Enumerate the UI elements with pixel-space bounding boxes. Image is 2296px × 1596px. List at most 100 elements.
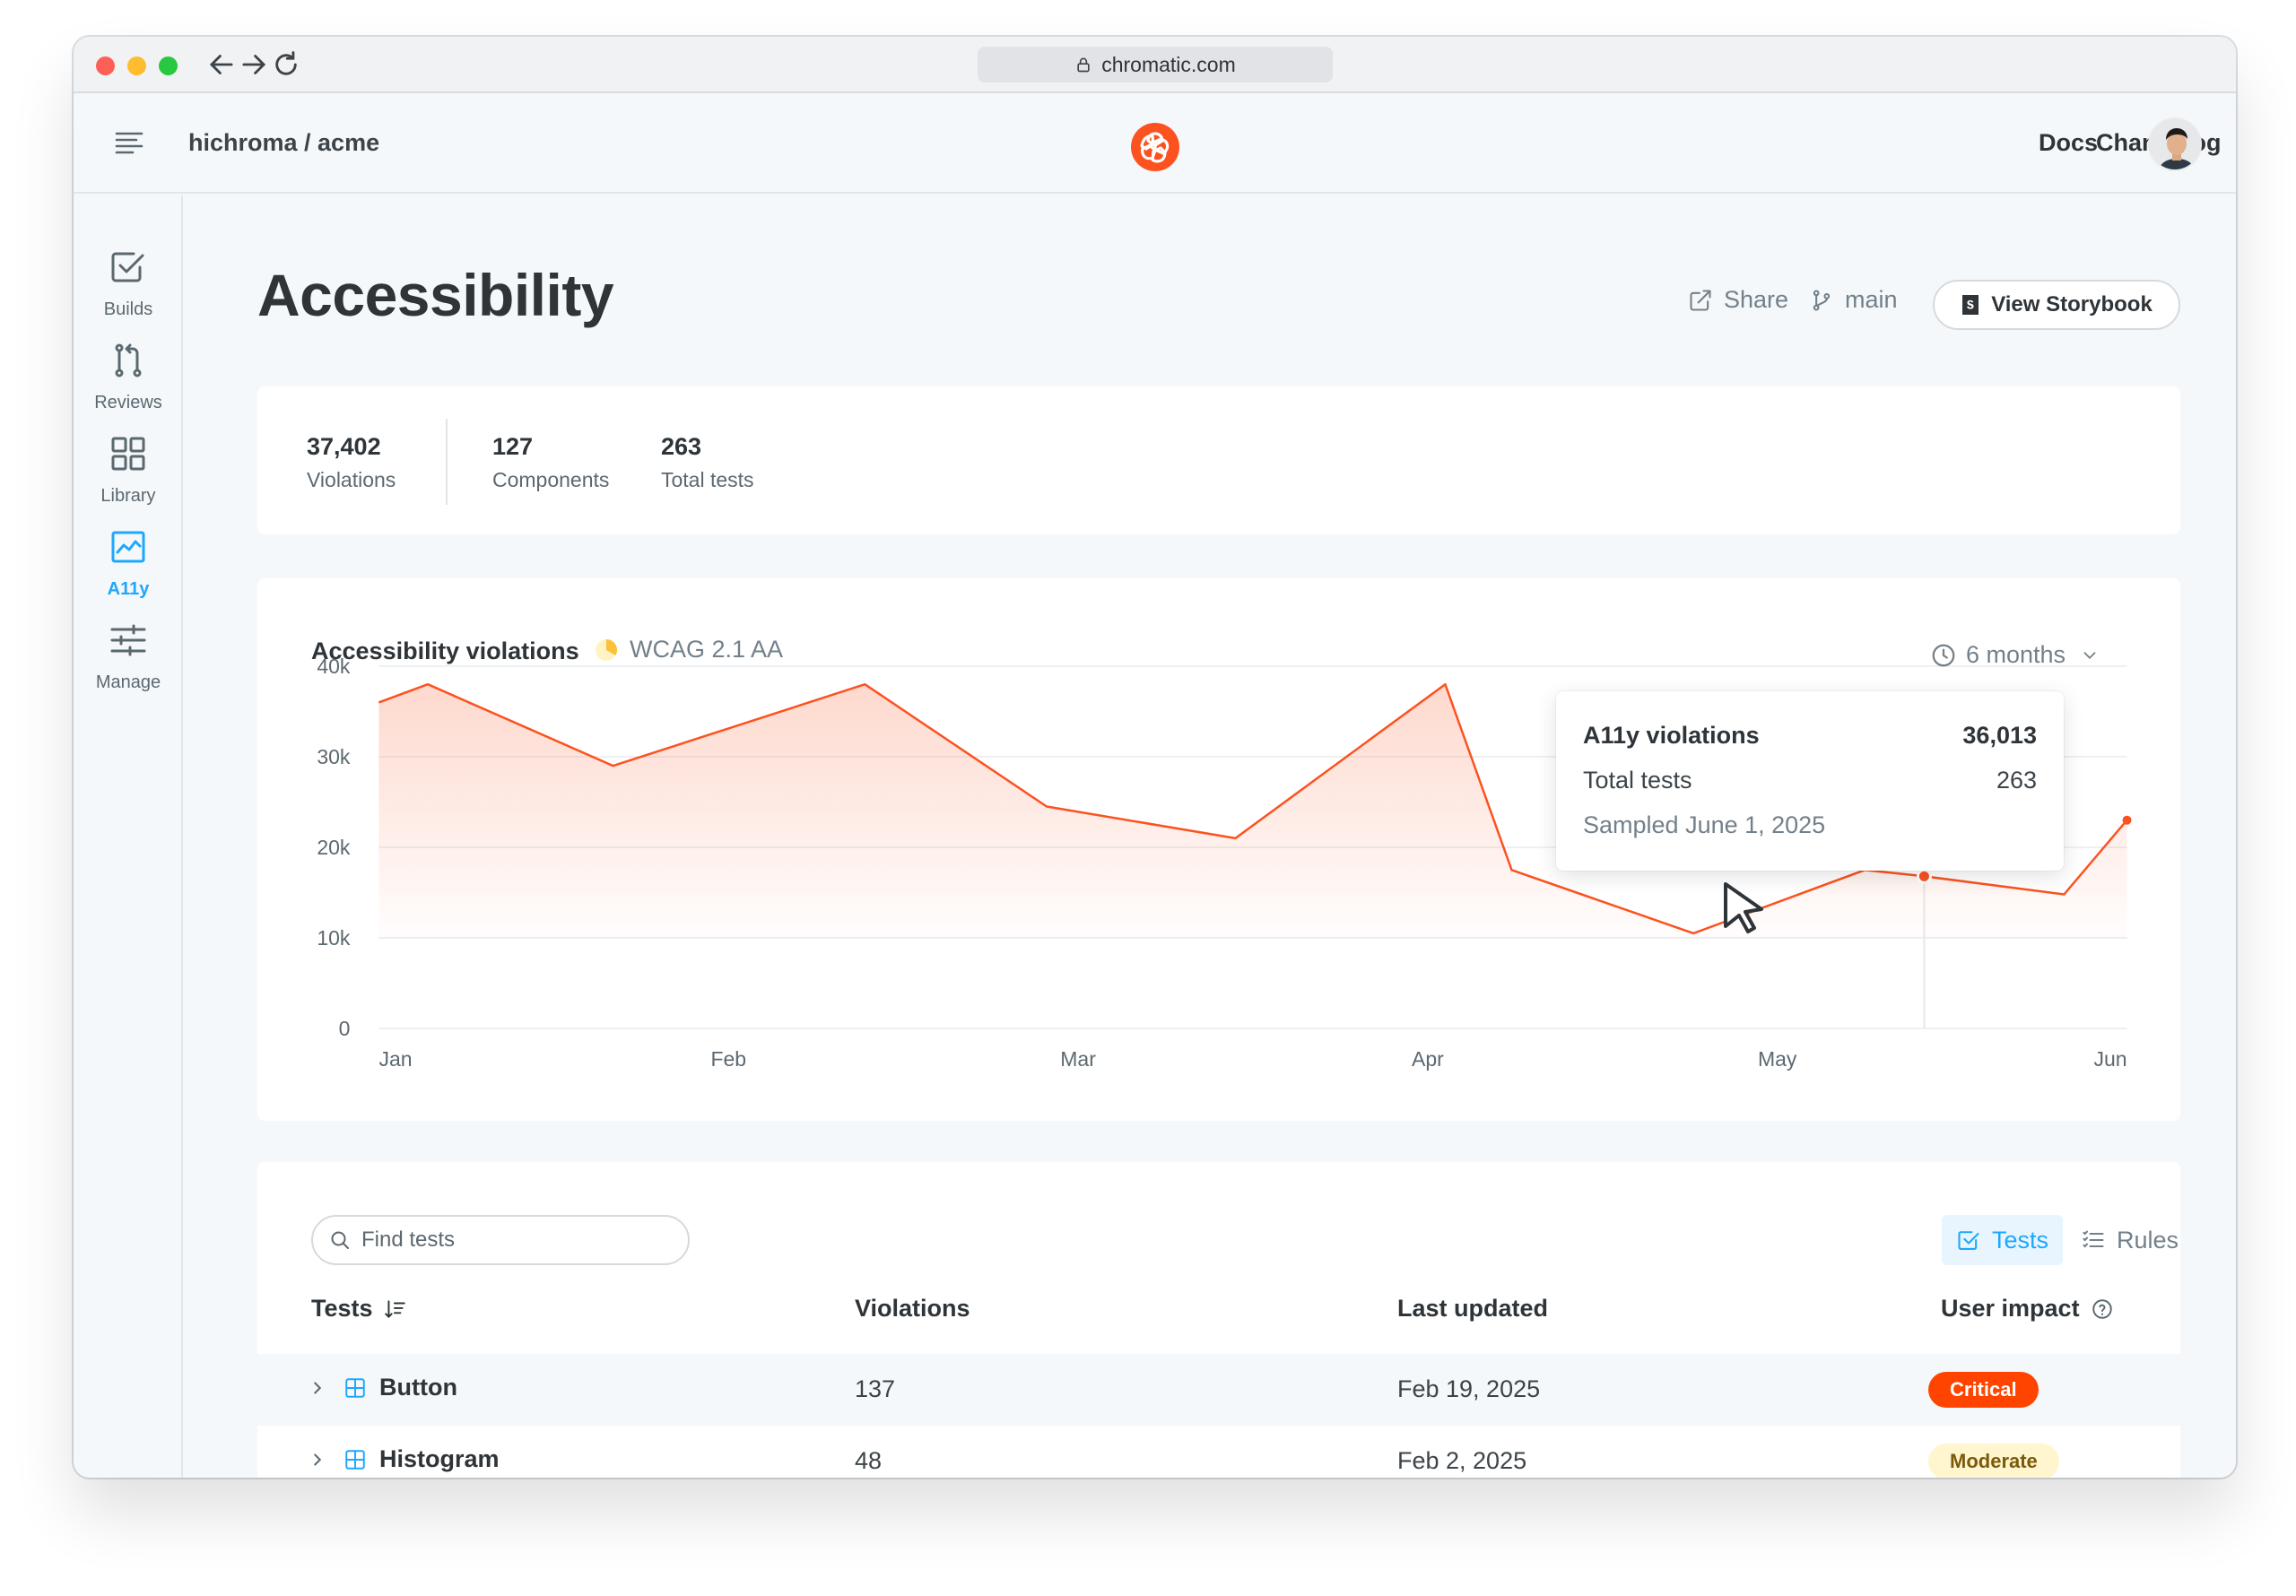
test-name: Histogram [379, 1445, 500, 1472]
impact-badge: Critical [1928, 1372, 2039, 1408]
time-range-select[interactable]: 6 months [1930, 641, 2100, 669]
stat-label: Components [492, 468, 610, 491]
column-header-user-impact[interactable]: User impact [1941, 1295, 2114, 1323]
chevron-down-icon [2083, 651, 2096, 659]
checkbox-icon [1958, 1231, 1979, 1250]
stat-label: Violations [307, 468, 396, 491]
table-row[interactable]: Histogram 48 Feb 2, 2025 Moderate [257, 1426, 2180, 1478]
sidebar-item-label: A11y [107, 579, 150, 599]
column-header-last-updated[interactable]: Last updated [1397, 1295, 1548, 1323]
x-tick-label: Mar [1060, 1047, 1096, 1071]
column-header-violations[interactable]: Violations [855, 1295, 970, 1323]
chart-title: Accessibility violations [311, 638, 579, 664]
view-storybook-button[interactable]: View Storybook [1933, 280, 2180, 330]
sort-icon [384, 1299, 405, 1318]
close-window-button[interactable] [96, 56, 115, 75]
component-grid-icon [345, 1449, 365, 1470]
data-point[interactable] [1916, 868, 1932, 884]
list-icon [2083, 1230, 2104, 1248]
tests-toggle-label: Tests [1992, 1226, 2049, 1253]
y-tick-label: 10k [317, 926, 351, 950]
tests-toggle-button[interactable]: Tests [1942, 1215, 2064, 1265]
sidebar-item-label: Reviews [94, 393, 162, 412]
x-tick-label: Jun [2093, 1047, 2126, 1071]
x-tick-label: Feb [710, 1047, 746, 1071]
tooltip-value: 263 [1996, 767, 2037, 794]
x-tick-label: Jan [378, 1047, 412, 1071]
rules-toggle-label: Rules [2117, 1226, 2179, 1253]
tooltip-sampled-date: Sampled June 1, 2025 [1583, 811, 1826, 838]
hamburger-menu-icon[interactable] [111, 126, 147, 161]
impact-badge: Moderate [1928, 1444, 2059, 1478]
stat-label: Total tests [661, 468, 754, 491]
grid-icon [111, 437, 145, 471]
wcag-label: WCAG 2.1 AA [630, 636, 784, 663]
stat-divider [446, 419, 448, 505]
user-avatar[interactable] [2148, 117, 2202, 171]
forward-arrow-icon[interactable] [237, 48, 271, 82]
partial-pie-icon [596, 638, 618, 661]
chromatic-logo-icon[interactable] [1130, 122, 1180, 172]
stat-value: 127 [492, 433, 534, 460]
storybook-icon [1962, 295, 1979, 315]
column-header-label: User impact [1941, 1295, 2080, 1322]
find-tests-search[interactable] [311, 1215, 690, 1265]
stat-components: 127 Components [492, 433, 609, 492]
clock-icon [1932, 644, 1955, 666]
rules-toggle-button[interactable]: Rules [2066, 1215, 2180, 1265]
tooltip-violations-row: A11y violations 36,013 [1583, 722, 2037, 767]
help-circle-icon[interactable] [2091, 1297, 2114, 1321]
sidebar-item-reviews[interactable]: Reviews [74, 339, 183, 413]
mouse-cursor-icon [1724, 882, 1763, 933]
docs-link[interactable]: Docs [2039, 129, 2098, 157]
test-name: Button [379, 1374, 457, 1401]
storybook-label: View Storybook [1991, 292, 2152, 317]
tooltip-value: 36,013 [1962, 722, 2037, 749]
search-input[interactable] [361, 1227, 666, 1253]
data-point[interactable] [2122, 815, 2132, 825]
tooltip-tests-row: Total tests 263 [1583, 767, 2037, 811]
share-button[interactable]: Share [1688, 286, 1788, 314]
pull-request-icon [115, 343, 142, 377]
sidebar-item-a11y[interactable]: A11y [74, 525, 183, 600]
minimize-window-button[interactable] [127, 56, 146, 75]
sidebar-item-builds[interactable]: Builds [74, 246, 183, 320]
column-header-label: Last updated [1397, 1295, 1549, 1322]
time-range-label: 6 months [1966, 641, 2066, 668]
chart-card: 0 10k 20k 30k 40k Jan Feb Mar Apr May Jun Accessi… [257, 578, 2180, 1121]
y-tick-label: 30k [317, 745, 351, 768]
git-branch-icon [1813, 289, 1831, 311]
last-updated-cell: Feb 19, 2025 [1397, 1375, 1541, 1402]
chevron-right-icon[interactable] [308, 1378, 327, 1398]
chart-tooltip: A11y violations 36,013 Total tests 263 S… [1556, 691, 2064, 871]
test-name-cell: Button [314, 1374, 457, 1401]
chart-icon [111, 531, 145, 563]
test-name-cell: Histogram [314, 1445, 500, 1473]
table-row[interactable]: Button 137 Feb 19, 2025 Critical [257, 1354, 2180, 1426]
address-bar[interactable]: chromatic.com [978, 47, 1333, 82]
sidebar-item-manage[interactable]: Manage [74, 619, 183, 693]
chevron-right-icon[interactable] [308, 1450, 327, 1470]
reload-icon[interactable] [269, 48, 303, 82]
column-header-tests[interactable]: Tests [311, 1295, 407, 1323]
stats-card: 37,402 Violations 127 Components 263 Tot… [257, 386, 2180, 534]
stat-total-tests: 263 Total tests [661, 433, 754, 492]
external-link-icon [1690, 289, 1711, 311]
share-label: Share [1724, 286, 1789, 313]
wcag-standard[interactable]: WCAG 2.1 AA [594, 636, 783, 664]
sliders-icon [110, 624, 146, 656]
branch-selector[interactable]: main [1809, 286, 1898, 314]
stat-violations: 37,402 Violations [307, 433, 396, 492]
x-tick-label: May [1758, 1047, 1797, 1071]
back-arrow-icon[interactable] [204, 48, 239, 82]
search-icon [331, 1231, 349, 1249]
tests-table-card: Tests Rules Tests Violations Last update… [257, 1162, 2180, 1478]
url-text: chromatic.com [1101, 52, 1236, 76]
breadcrumb[interactable]: hichroma / acme [188, 129, 379, 157]
column-header-label: Violations [855, 1295, 970, 1322]
tooltip-label: A11y violations [1583, 722, 1760, 749]
sidebar-item-library[interactable]: Library [74, 432, 183, 507]
maximize-window-button[interactable] [159, 56, 178, 75]
component-grid-icon [345, 1377, 365, 1398]
checkbox-icon [111, 252, 144, 282]
